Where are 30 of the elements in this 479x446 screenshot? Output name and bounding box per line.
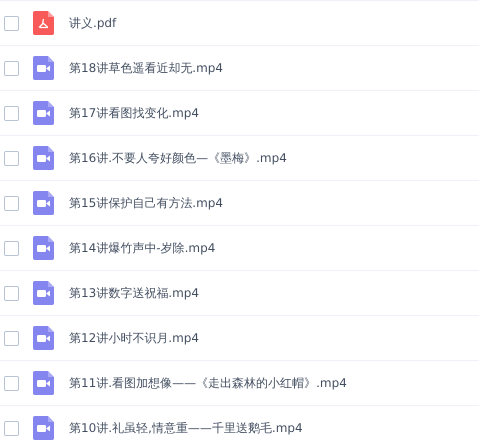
pdf-file-icon [33, 11, 54, 35]
video-file-icon [33, 56, 54, 80]
video-file-icon [33, 371, 54, 395]
checkbox[interactable] [4, 240, 19, 256]
video-file-icon [33, 326, 54, 350]
checkbox[interactable] [4, 286, 19, 300]
video-file-icon [33, 281, 54, 305]
file-name[interactable]: 第14讲爆竹声中-岁除.mp4 [69, 240, 216, 256]
file-name[interactable]: 第12讲小时不识月.mp4 [69, 330, 200, 346]
checkbox[interactable] [4, 420, 19, 436]
checkbox[interactable] [4, 106, 19, 120]
file-name[interactable]: 第10讲.礼虽轻,情意重——千里送鹅毛.mp4 [69, 420, 303, 436]
video-file-icon [33, 146, 54, 170]
file-name[interactable]: 讲义.pdf [69, 14, 116, 32]
checkbox[interactable] [4, 330, 19, 346]
file-name[interactable]: 第18讲草色遥看近却无.mp4 [69, 60, 224, 76]
video-file-icon [33, 191, 54, 215]
video-file-icon [33, 101, 54, 125]
checkbox[interactable] [4, 376, 19, 390]
file-name[interactable]: 第17讲看图找变化.mp4 [69, 104, 200, 122]
checkbox[interactable] [4, 16, 19, 30]
file-name[interactable]: 第11讲.看图加想像——《走出森林的小红帽》.mp4 [69, 374, 347, 392]
checkbox[interactable] [4, 150, 19, 166]
video-file-icon [33, 416, 54, 440]
file-name[interactable]: 第16讲.不要人夸好颜色—《墨梅》.mp4 [69, 150, 287, 166]
file-name[interactable]: 第13讲数字送祝福.mp4 [69, 284, 200, 302]
checkbox[interactable] [4, 196, 19, 210]
file-name[interactable]: 第15讲保护自己有方法.mp4 [69, 194, 224, 212]
video-file-icon [33, 236, 54, 260]
checkbox[interactable] [4, 60, 19, 76]
